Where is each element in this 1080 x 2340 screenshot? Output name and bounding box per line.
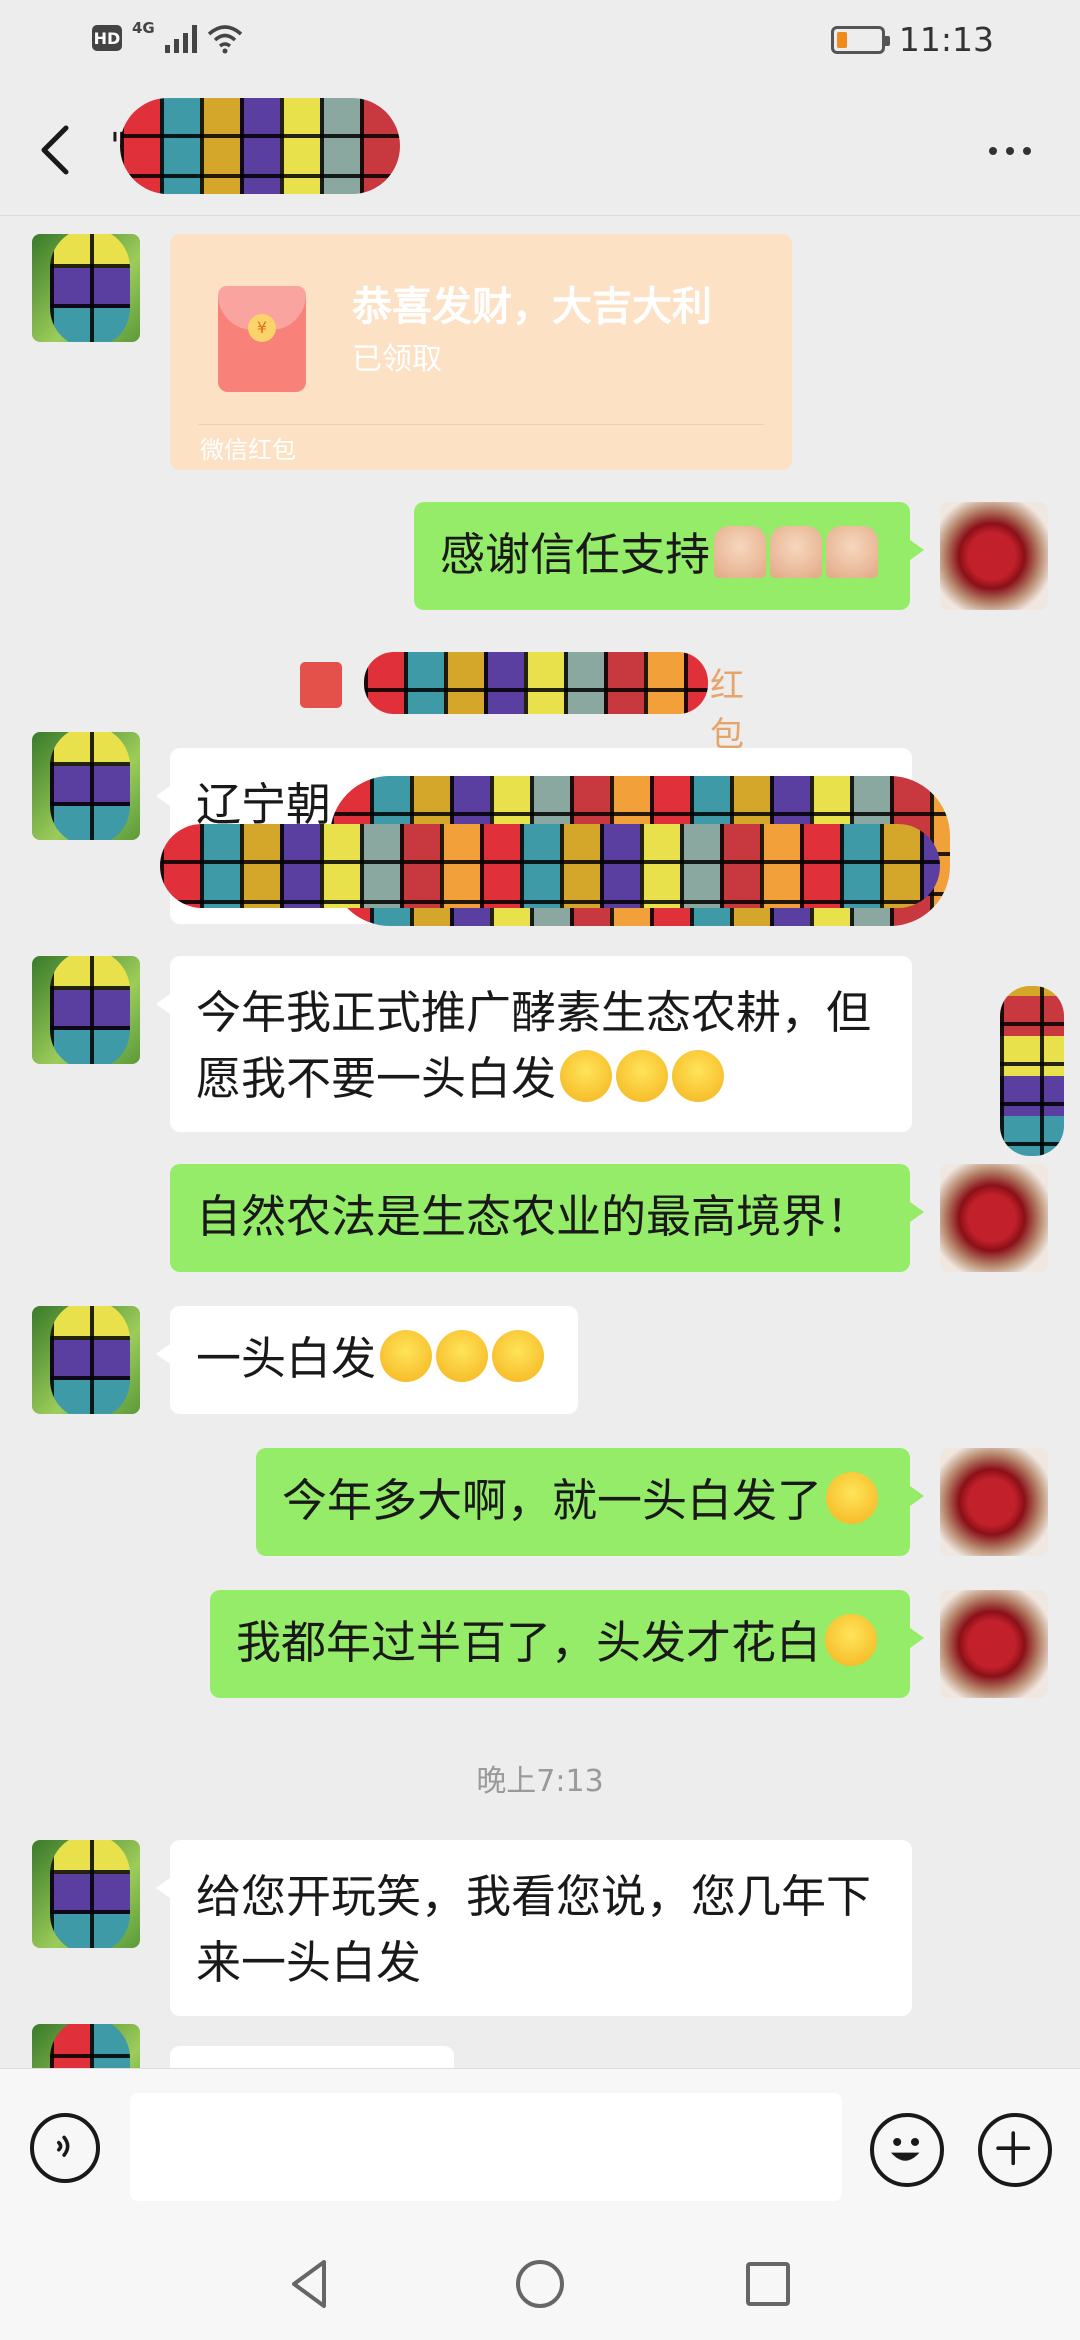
red-packet-icon: ¥ [218,286,306,392]
side-redaction [1000,986,1064,1156]
wink-tongue-emoji-icon [826,1472,879,1524]
hd-badge: HD [92,25,122,51]
self-avatar[interactable] [940,1164,1048,1272]
avatar-redaction [50,1840,130,1948]
pray-emoji-icon [826,526,879,578]
message-bubble-outgoing[interactable]: 感谢信任支持 [414,502,924,610]
self-avatar[interactable] [940,1448,1048,1556]
notice-redaction [364,652,708,714]
network-type: 4G [132,19,155,37]
battery-icon [830,25,890,54]
thinking-emoji-icon [825,1614,878,1666]
nav-recents-icon[interactable] [736,2252,800,2316]
avatar[interactable] [32,1306,140,1414]
message-text: 一头白发 [196,1332,377,1385]
message-text: 我都年过半百了，头发才花白 [236,1616,822,1669]
avatar-redaction [50,234,130,342]
avatar-redaction [50,732,130,840]
pray-emoji-icon [770,526,823,578]
avatar[interactable] [32,2024,140,2068]
self-avatar[interactable] [940,1590,1048,1698]
system-nav-bar [0,2228,1080,2340]
nav-back-icon[interactable] [280,2252,344,2316]
input-bar [0,2068,1080,2228]
laugh-cry-emoji-icon [380,1330,433,1382]
voice-icon[interactable] [30,2113,100,2183]
divider [198,424,764,425]
message-input[interactable] [130,2093,842,2201]
more-horizontal-icon[interactable] [980,136,1040,166]
red-packet-label: 微信红包 [200,436,296,464]
avatar[interactable] [32,732,140,840]
avatar[interactable] [32,1840,140,1948]
message-text: 自然农法是生态农业的最高境界！ [196,1190,872,1243]
message-bubble-incoming[interactable]: 一头白发 [156,1306,578,1414]
nav-home-icon[interactable] [508,2252,572,2316]
status-bar: HD 4G 11:13 [0,0,1080,84]
status-left: HD 4G [92,19,243,54]
message-text: 今年我正式推广酵素生态农耕，但愿我不要一头白发 [196,986,872,1105]
signal-icon [164,23,197,53]
grin-emoji-icon [672,1050,725,1102]
red-packet-status: 已领取 [352,342,442,377]
timestamp: 晚上7:13 [476,1764,604,1799]
status-right: 11:13 [830,20,994,59]
clock: 11:13 [898,20,994,59]
chevron-left-icon[interactable] [30,120,86,180]
laugh-cry-emoji-icon [436,1330,489,1382]
title-redaction [120,98,400,194]
message-text: 给您开玩笑，我看您说，您几年下来一头白发 [196,1870,872,1989]
grin-emoji-icon [560,1050,613,1102]
red-packet-title: 恭喜发财，大吉大利 [352,284,712,330]
message-bubble-outgoing[interactable]: 今年多大啊，就一头白发了 [256,1448,924,1556]
avatar[interactable] [32,956,140,1064]
emoji-icon[interactable] [870,2113,944,2187]
pray-emoji-icon [714,526,767,578]
message-redaction [160,824,940,908]
message-bubble-outgoing[interactable]: 我都年过半百了，头发才花白 [210,1590,924,1698]
red-packet-card[interactable]: ¥ 恭喜发财，大吉大利 已领取 微信红包 [170,234,792,470]
red-packet-icon [300,662,342,708]
plus-icon[interactable] [978,2113,1052,2187]
laugh-cry-emoji-icon [492,1330,545,1382]
avatar-redaction [50,2024,130,2068]
system-notice-text: 红包 [710,666,744,755]
chat-header: " [0,84,1080,216]
message-bubble-incoming[interactable] [170,2046,454,2068]
message-bubble-outgoing[interactable]: 自然农法是生态农业的最高境界！ [170,1164,924,1272]
message-bubble-incoming[interactable]: 给您开玩笑，我看您说，您几年下来一头白发 [156,1840,912,2016]
grin-emoji-icon [616,1050,669,1102]
message-text: 感谢信任支持 [440,528,711,581]
avatar[interactable] [32,234,140,342]
message-bubble-incoming[interactable]: 今年我正式推广酵素生态农耕，但愿我不要一头白发 [156,956,912,1132]
message-list[interactable]: ¥ 恭喜发财，大吉大利 已领取 微信红包 感谢信任支持 红包 辽宁朝 今年我正式… [0,216,1080,2068]
self-avatar[interactable] [940,502,1048,610]
wifi-icon [207,25,242,54]
avatar-redaction [50,1306,130,1414]
message-text: 今年多大啊，就一头白发了 [282,1474,823,1527]
avatar-redaction [50,956,130,1064]
